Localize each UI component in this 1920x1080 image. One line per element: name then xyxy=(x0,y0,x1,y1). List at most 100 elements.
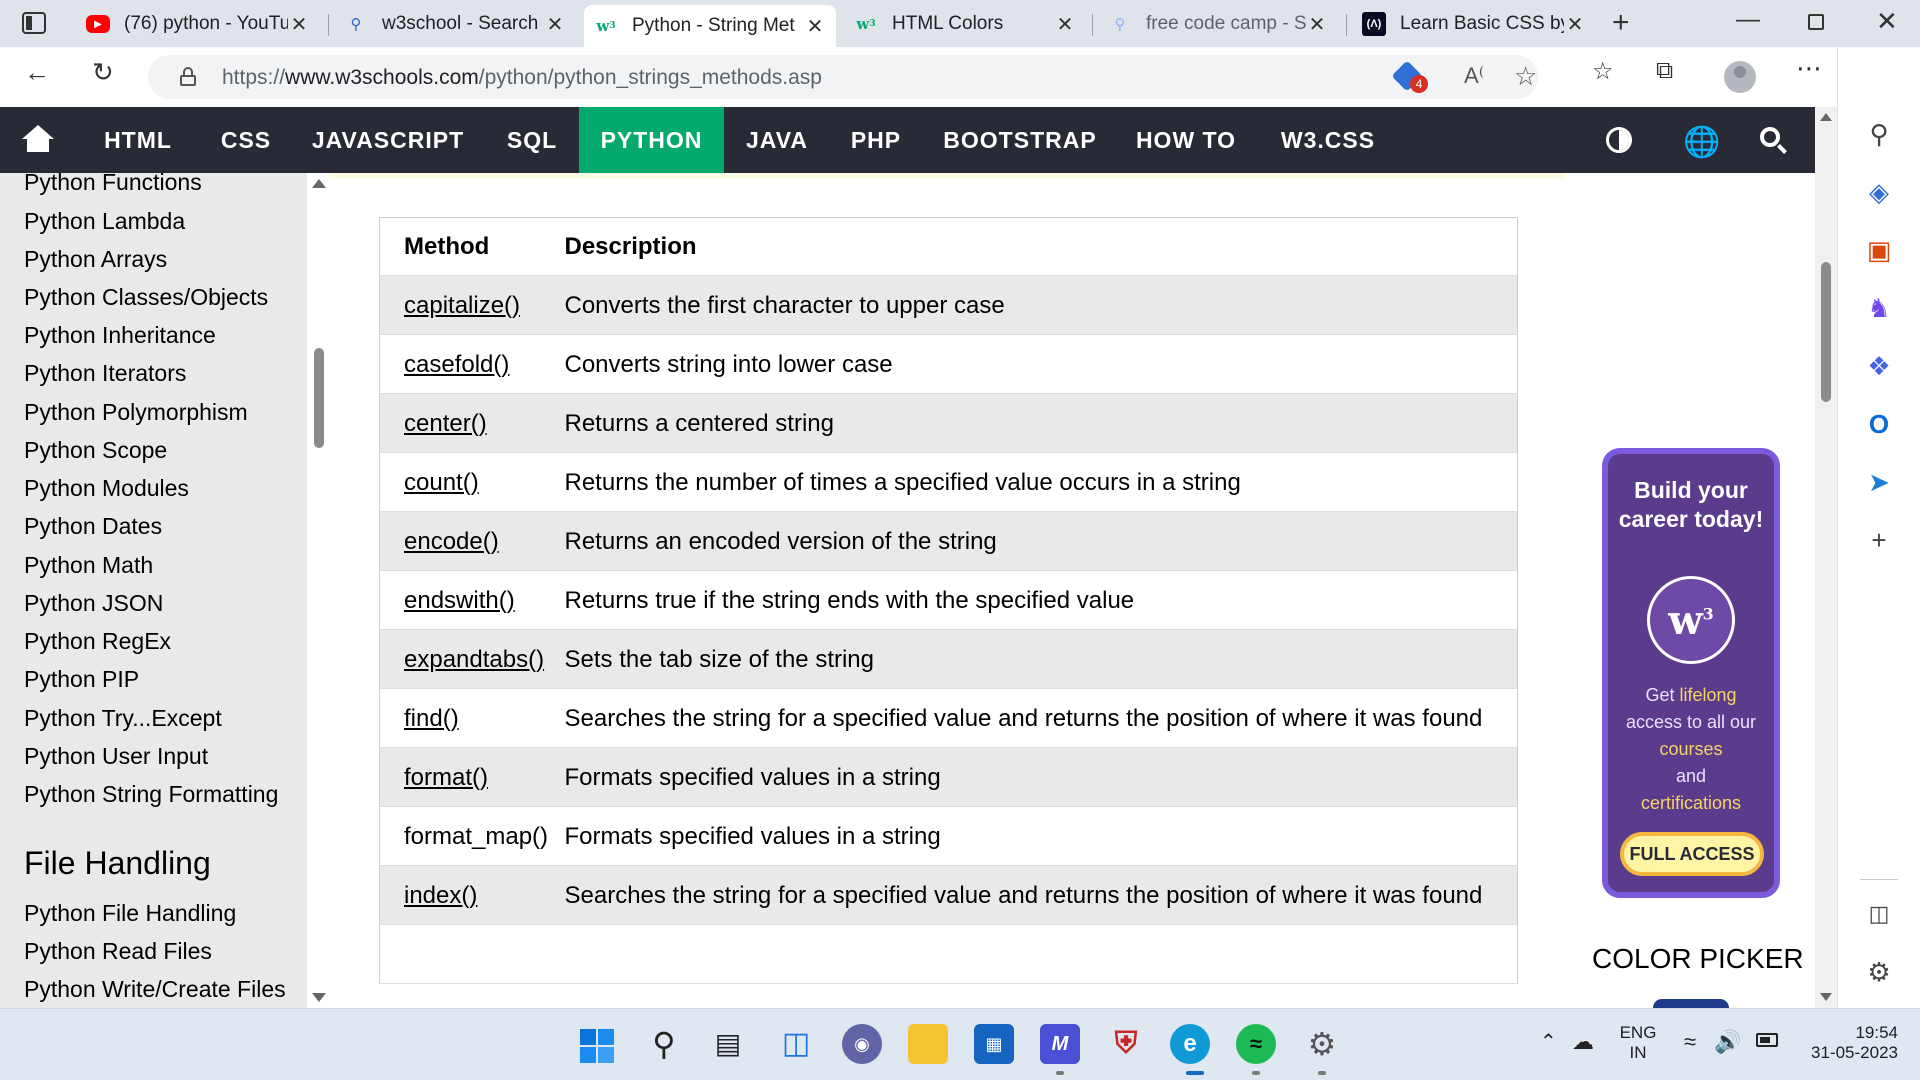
method-link[interactable]: casefold() xyxy=(404,351,509,378)
outlook-icon[interactable]: O xyxy=(1860,405,1898,443)
url-text[interactable]: https://www.w3schools.com/python/python_… xyxy=(222,66,822,90)
read-aloud-icon[interactable]: A⁽ xyxy=(1464,63,1484,89)
drop-send-icon[interactable]: ➤ xyxy=(1860,463,1898,501)
new-tab-button[interactable]: + xyxy=(1612,6,1630,40)
nav-php[interactable]: PHP xyxy=(836,107,916,173)
method-link[interactable]: find() xyxy=(404,705,459,732)
games-icon[interactable]: ♞ xyxy=(1860,289,1898,327)
sidebar-link[interactable]: Python Lambda xyxy=(24,208,185,235)
hide-sidebar-icon[interactable]: ◫ xyxy=(1860,895,1898,933)
sidebar-link[interactable]: Python File Handling xyxy=(24,900,236,927)
close-tab-icon[interactable]: ✕ xyxy=(1054,12,1076,37)
method-link[interactable]: count() xyxy=(404,469,479,496)
stylus-app-icon[interactable]: M xyxy=(1040,1024,1080,1064)
tab-actions-icon[interactable] xyxy=(22,12,46,34)
method-link[interactable]: index() xyxy=(404,882,477,909)
close-tab-icon[interactable]: ✕ xyxy=(544,12,566,37)
scroll-up-arrow[interactable] xyxy=(312,179,326,188)
method-link[interactable]: capitalize() xyxy=(404,292,520,319)
home-icon[interactable] xyxy=(22,125,54,153)
sidebar-link[interactable]: Python Polymorphism xyxy=(24,399,248,426)
sidebar-link[interactable]: Python Dates xyxy=(24,513,162,540)
sidebar-link[interactable]: Python Arrays xyxy=(24,246,167,273)
nav-html[interactable]: HTML xyxy=(90,107,186,173)
add-app-icon[interactable]: + xyxy=(1860,521,1898,559)
battery-icon[interactable] xyxy=(1756,1033,1778,1047)
widgets-icon[interactable]: ◫ xyxy=(776,1024,816,1064)
favorites-icon[interactable]: ☆ xyxy=(1592,57,1614,86)
system-clock[interactable]: 19:54 31-05-2023 xyxy=(1794,1023,1898,1063)
tab-freecodecamp-search[interactable]: ⚲ free code camp - Se ✕ xyxy=(1098,6,1338,42)
minimize-button[interactable]: — xyxy=(1736,6,1760,34)
close-tab-icon[interactable]: ✕ xyxy=(288,12,310,37)
sidebar-link[interactable]: Python Write/Create Files xyxy=(24,976,286,1003)
sidebar-link[interactable]: Python Try...Except xyxy=(24,705,222,732)
microsoft-365-icon[interactable]: ❖ xyxy=(1860,347,1898,385)
onedrive-icon[interactable]: ☁ xyxy=(1572,1029,1594,1055)
color-picker-preview[interactable] xyxy=(1653,999,1729,1008)
nav-java[interactable]: JAVA xyxy=(736,107,818,173)
profile-avatar[interactable] xyxy=(1724,61,1756,93)
tools-briefcase-icon[interactable]: ▣ xyxy=(1860,231,1898,269)
nav-w3css[interactable]: W3.CSS xyxy=(1268,107,1388,173)
page-scroll-thumb[interactable] xyxy=(1821,262,1831,402)
tab-youtube[interactable]: ▶ (76) python - YouTu ✕ xyxy=(76,6,320,42)
nav-css[interactable]: CSS xyxy=(204,107,288,173)
theme-toggle-icon[interactable] xyxy=(1606,127,1632,153)
wifi-icon[interactable]: ≈ xyxy=(1684,1029,1696,1055)
sidebar-link[interactable]: Python Scope xyxy=(24,437,167,464)
globe-icon[interactable]: 🌐 xyxy=(1683,125,1720,160)
close-window-button[interactable]: ✕ xyxy=(1876,6,1898,37)
extension-icon[interactable]: 4 xyxy=(1391,60,1428,93)
microsoft-store-icon[interactable]: ▦ xyxy=(974,1024,1014,1064)
taskbar-search-icon[interactable]: ⚲ xyxy=(644,1024,684,1064)
spotify-icon[interactable]: ≈ xyxy=(1236,1024,1276,1064)
teams-chat-icon[interactable]: ◉ xyxy=(842,1024,882,1064)
refresh-icon[interactable]: ↻ xyxy=(92,57,114,88)
scroll-down-arrow[interactable] xyxy=(312,993,326,1002)
collections-icon[interactable]: ⧉ xyxy=(1656,57,1673,85)
full-access-button[interactable]: FULL ACCESS xyxy=(1620,832,1764,876)
edge-browser-icon[interactable]: e xyxy=(1170,1024,1210,1064)
page-scrollbar[interactable] xyxy=(1815,107,1837,1008)
sidebar-link[interactable]: Python String Formatting xyxy=(24,781,278,808)
sidebar-scrollbar[interactable] xyxy=(307,173,329,1008)
more-menu-icon[interactable]: ⋯ xyxy=(1796,53,1822,84)
mcafee-icon[interactable]: ⛨ xyxy=(1106,1024,1146,1064)
tab-w3school-search[interactable]: ⚲ w3school - Search ✕ xyxy=(334,6,576,42)
close-tab-icon[interactable]: ✕ xyxy=(1564,12,1586,37)
nav-sql[interactable]: SQL xyxy=(494,107,570,173)
show-hidden-icons-icon[interactable]: ⌃ xyxy=(1540,1029,1557,1054)
settings-gear-icon[interactable]: ⚙ xyxy=(1302,1024,1342,1064)
settings-gear-icon[interactable]: ⚙ xyxy=(1860,953,1898,991)
sidebar-link[interactable]: Python User Input xyxy=(24,743,208,770)
sidebar-scroll-thumb[interactable] xyxy=(314,348,324,448)
tab-html-colors[interactable]: w3 HTML Colors ✕ xyxy=(844,6,1086,42)
nav-javascript[interactable]: JAVASCRIPT xyxy=(300,107,476,173)
close-tab-icon[interactable]: ✕ xyxy=(1306,12,1328,37)
sidebar-link[interactable]: Python JSON xyxy=(24,590,163,617)
search-icon[interactable] xyxy=(1760,127,1788,155)
nav-how-to[interactable]: HOW TO xyxy=(1128,107,1244,173)
search-icon[interactable]: ⚲ xyxy=(1860,115,1898,153)
close-tab-icon[interactable]: ✕ xyxy=(804,14,826,39)
back-icon[interactable]: ← xyxy=(24,57,50,88)
file-explorer-icon[interactable] xyxy=(908,1024,948,1064)
sidebar-link[interactable]: Python Iterators xyxy=(24,360,186,387)
input-language[interactable]: ENG IN xyxy=(1618,1023,1658,1063)
shopping-tag-icon[interactable]: ◈ xyxy=(1860,173,1898,211)
sidebar-link[interactable]: Python Math xyxy=(24,552,153,579)
sidebar-link[interactable]: Python Inheritance xyxy=(24,322,216,349)
promo-ad-card[interactable]: Build your career today! w3 Get lifelong… xyxy=(1602,448,1780,898)
restore-button[interactable] xyxy=(1808,14,1824,30)
nav-bootstrap[interactable]: BOOTSTRAP xyxy=(934,107,1106,173)
sidebar-link[interactable]: Python PIP xyxy=(24,666,139,693)
method-link[interactable]: center() xyxy=(404,410,487,437)
tab-python-string-methods[interactable]: w3 Python - String Met ✕ xyxy=(584,5,836,47)
scroll-down-arrow[interactable] xyxy=(1820,993,1832,1001)
sidebar-link[interactable]: Python Classes/Objects xyxy=(24,284,268,311)
method-link[interactable]: format() xyxy=(404,764,488,791)
scroll-up-arrow[interactable] xyxy=(1820,113,1832,121)
nav-python[interactable]: PYTHON xyxy=(579,107,724,173)
add-favorite-icon[interactable]: ☆ xyxy=(1514,61,1537,92)
